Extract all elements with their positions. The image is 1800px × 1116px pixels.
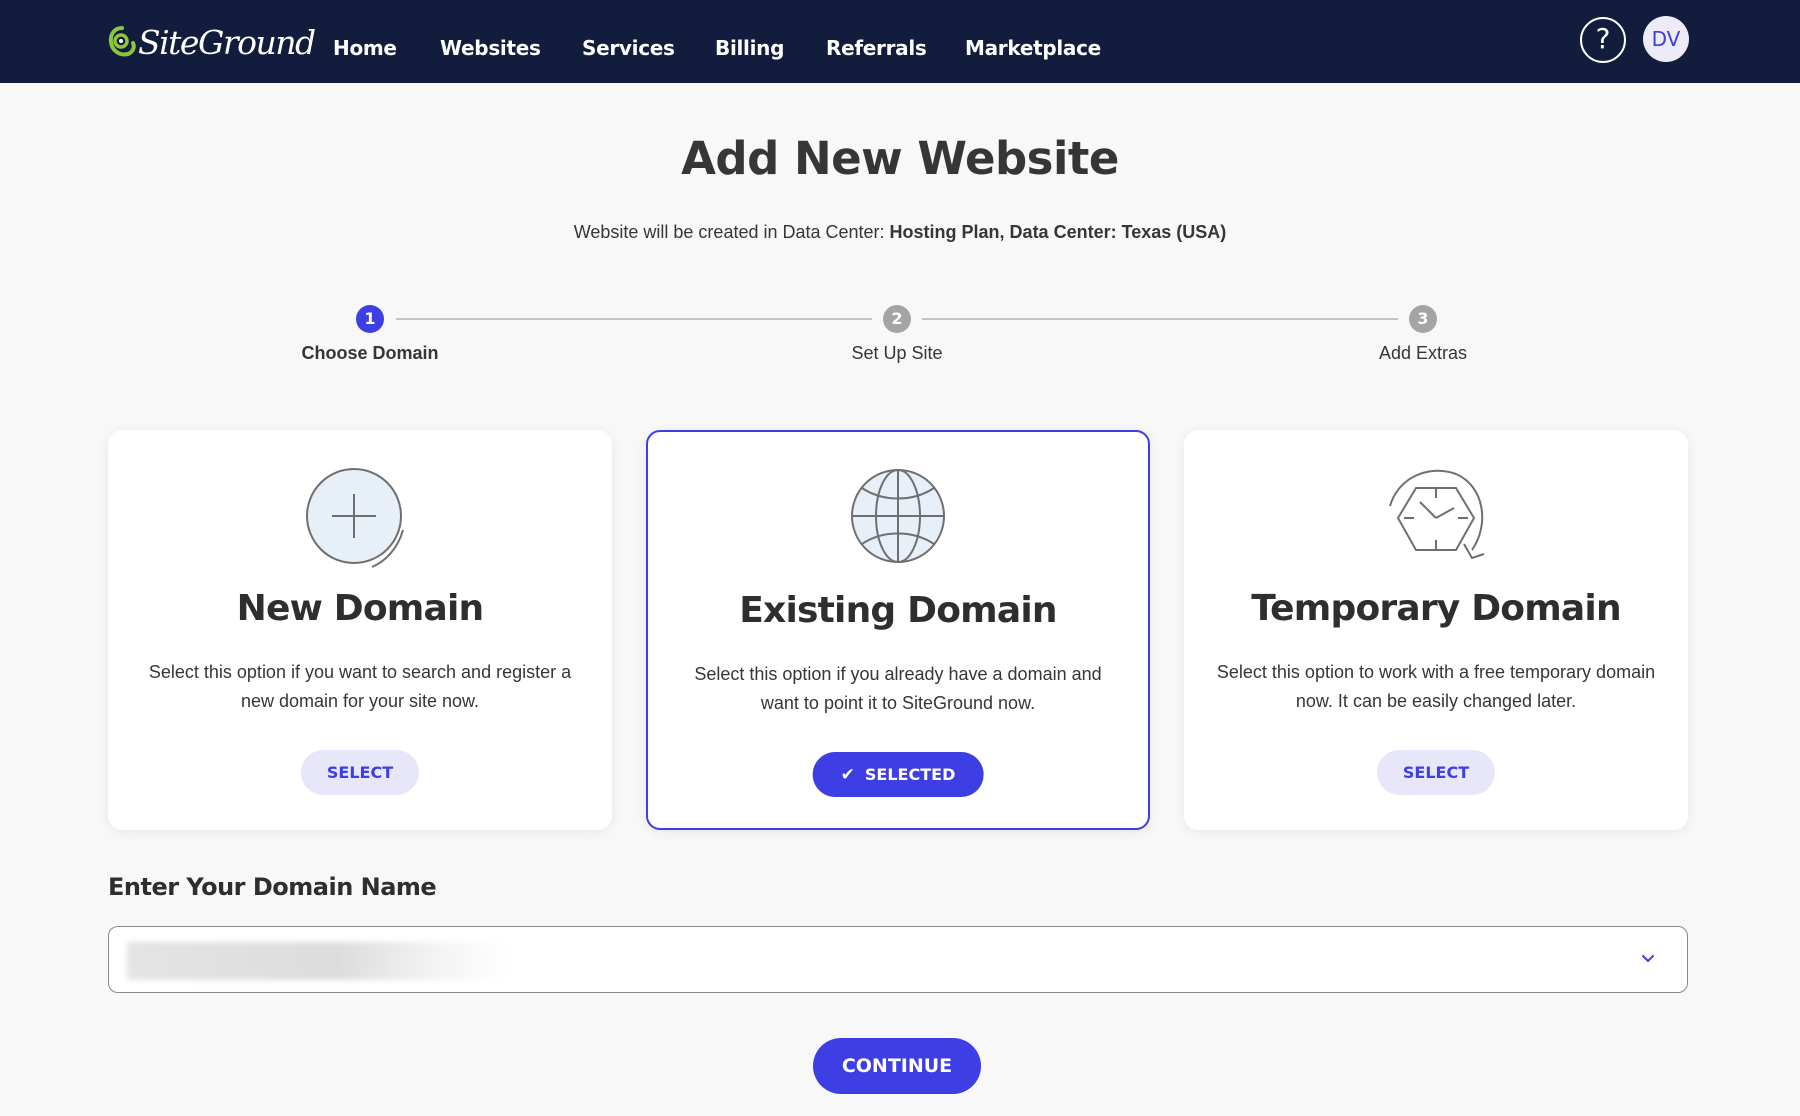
card-description: Select this option if you want to search… (148, 662, 572, 711)
step-connector (922, 318, 1398, 320)
clock-refresh-icon (1389, 469, 1485, 560)
nav-websites[interactable]: Websites (440, 36, 541, 60)
continue-button[interactable]: CONTINUE (813, 1038, 981, 1094)
step-1-indicator: 1 (356, 305, 384, 333)
top-navigation-bar: SiteGround Home Websites Services Billin… (0, 0, 1800, 83)
select-new-domain-button[interactable]: SELECT (300, 750, 420, 795)
nav-referrals[interactable]: Referrals (826, 36, 927, 60)
nav-home[interactable]: Home (333, 36, 397, 60)
page-title: Add New Website (681, 132, 1119, 185)
brand-name: SiteGround (138, 22, 316, 62)
data-center-info: Website will be created in Data Center: … (0, 222, 1800, 243)
nav-marketplace[interactable]: Marketplace (965, 36, 1101, 60)
data-center-value: Hosting Plan, Data Center: Texas (USA) (889, 222, 1227, 242)
select-temporary-domain-button[interactable]: SELECT (1376, 750, 1496, 795)
card-description: Select this option to work with a free t… (1216, 662, 1656, 711)
card-title: Temporary Domain (1251, 588, 1621, 629)
user-avatar[interactable]: DV (1643, 16, 1689, 62)
step-connector (396, 318, 872, 320)
step-1-label: Choose Domain (301, 343, 439, 363)
domain-field-label: Enter Your Domain Name (108, 873, 437, 901)
card-title: Existing Domain (739, 590, 1057, 631)
option-card-new-domain[interactable]: New Domain Select this option if you wan… (108, 430, 612, 830)
button-label: SELECT (1402, 763, 1470, 782)
help-icon[interactable]: ? (1580, 17, 1626, 63)
subtitle-prefix: Website will be created in Data Center: (573, 222, 890, 242)
option-card-existing-domain[interactable]: Existing Domain Select this option if yo… (646, 430, 1150, 830)
step-2-label: Set Up Site (851, 343, 943, 363)
globe-icon (851, 469, 945, 563)
nav-billing[interactable]: Billing (715, 36, 784, 60)
checkmark-icon: ✔ (840, 765, 855, 785)
button-label: SELECT (326, 763, 394, 782)
option-card-temporary-domain[interactable]: Temporary Domain Select this option to w… (1184, 430, 1688, 830)
domain-value-redacted: [blurred] (127, 942, 507, 980)
step-3-label: Add Extras (1378, 343, 1468, 363)
logo-swirl-icon (108, 26, 136, 57)
selected-existing-domain-button[interactable]: ✔ SELECTED (812, 752, 984, 797)
step-3-indicator: 3 (1409, 305, 1437, 333)
button-label: SELECTED (864, 765, 956, 784)
plus-circle-icon (306, 468, 404, 568)
nav-services[interactable]: Services (582, 36, 675, 60)
chevron-down-icon[interactable] (1639, 949, 1657, 967)
siteground-logo[interactable]: SiteGround (108, 20, 316, 64)
domain-select-field[interactable]: [blurred] (108, 926, 1688, 993)
step-2-indicator: 2 (883, 305, 911, 333)
card-description: Select this option if you already have a… (694, 664, 1102, 713)
card-title: New Domain (236, 588, 485, 629)
